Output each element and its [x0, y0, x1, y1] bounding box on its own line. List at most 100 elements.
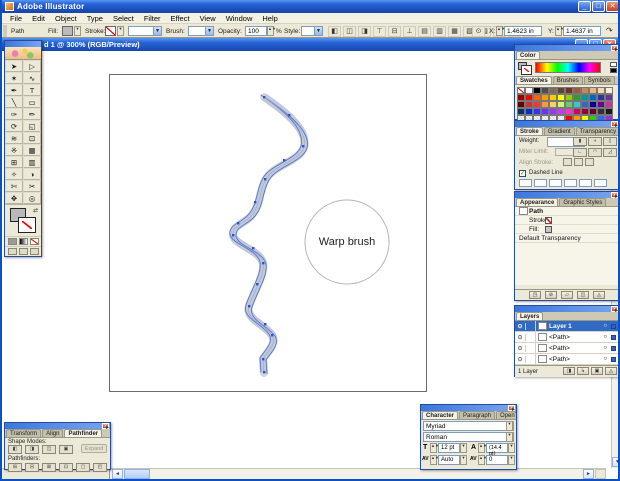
- eyedropper-tool-icon[interactable]: ✧: [5, 168, 23, 180]
- fullscreen-menu-icon[interactable]: [19, 248, 28, 255]
- menu-help[interactable]: Help: [257, 14, 282, 23]
- standard-screen-icon[interactable]: [8, 248, 17, 255]
- kerning-input[interactable]: Auto: [438, 455, 460, 465]
- lock-column[interactable]: [526, 343, 536, 353]
- swatch-none[interactable]: [517, 87, 525, 94]
- swatch-9[interactable]: [589, 87, 597, 94]
- layer-row-path-2[interactable]: ⊙ <Path> ○: [515, 343, 619, 354]
- swatch-30[interactable]: [565, 101, 573, 108]
- font-style-arrow-icon[interactable]: ▼: [506, 432, 513, 442]
- color-mode-icon[interactable]: [8, 238, 17, 245]
- character-palette-titlebar[interactable]: x: [421, 405, 516, 411]
- menu-window[interactable]: Window: [221, 14, 258, 23]
- font-size-arrow-icon[interactable]: ▼: [460, 443, 467, 453]
- swatch-31[interactable]: [573, 101, 581, 108]
- minimize-button[interactable]: _: [578, 1, 591, 12]
- swatch-32[interactable]: [581, 101, 589, 108]
- layers-palette-titlebar[interactable]: x: [515, 306, 619, 312]
- swatch-1[interactable]: [525, 87, 533, 94]
- blend-tool-icon[interactable]: ◑: [23, 168, 41, 180]
- clear-appearance-icon[interactable]: ⊘: [545, 291, 557, 299]
- direct-selection-tool-icon[interactable]: ▷: [23, 60, 41, 72]
- line-segment-tool-icon[interactable]: ╲: [5, 96, 23, 108]
- swatch-24[interactable]: [517, 101, 525, 108]
- swatch-23[interactable]: [605, 94, 613, 101]
- scissors-tool-icon[interactable]: ✂: [23, 180, 41, 192]
- menu-view[interactable]: View: [195, 14, 221, 23]
- swatch-46[interactable]: [597, 108, 605, 115]
- align-stroke-inside-icon[interactable]: [574, 158, 583, 166]
- visibility-eye-icon[interactable]: ⊙: [515, 345, 526, 352]
- tab-transparency[interactable]: Transparency: [576, 127, 619, 135]
- swatch-38[interactable]: [533, 108, 541, 115]
- paintbrush-tool-icon[interactable]: ✑: [5, 108, 23, 120]
- scale-tool-icon[interactable]: ◱: [23, 120, 41, 132]
- layer-row-path-1[interactable]: ⊙<Path>○: [515, 332, 619, 343]
- font-size-input[interactable]: 12 pt: [438, 443, 460, 453]
- intersect-shape-mode-icon[interactable]: ◫: [42, 445, 56, 454]
- selection-square-icon[interactable]: [611, 335, 616, 340]
- control-bar-grip[interactable]: [3, 25, 7, 37]
- layer-row-layer-1-0[interactable]: ⊙Layer 1○: [515, 321, 619, 332]
- dash-input-2[interactable]: [549, 179, 562, 187]
- mesh-tool-icon[interactable]: ⊞: [5, 156, 23, 168]
- swatch-42[interactable]: [565, 108, 573, 115]
- menu-effect[interactable]: Effect: [166, 14, 195, 23]
- target-circle-icon[interactable]: ○: [603, 334, 607, 340]
- swatch-19[interactable]: [573, 94, 581, 101]
- free-transform-tool-icon[interactable]: ⊡: [23, 132, 41, 144]
- divide-icon[interactable]: ⊞: [8, 463, 22, 472]
- swatch-8[interactable]: [581, 87, 589, 94]
- trim-icon[interactable]: ⊟: [25, 463, 39, 472]
- x-stepper[interactable]: ▲▼: [496, 26, 503, 36]
- swatch-34[interactable]: [597, 101, 605, 108]
- swatch-20[interactable]: [581, 94, 589, 101]
- miter-join-icon[interactable]: ∟: [573, 148, 587, 157]
- lock-column[interactable]: [526, 321, 536, 331]
- distribute-center-icon[interactable]: ▥: [433, 26, 446, 37]
- swatch-26[interactable]: [533, 101, 541, 108]
- new-sublayer-icon[interactable]: ↳: [577, 367, 589, 375]
- font-style-combo[interactable]: Roman: [423, 432, 514, 442]
- exclude-shape-mode-icon[interactable]: ▣: [59, 445, 73, 454]
- round-join-icon[interactable]: ◠: [588, 148, 602, 157]
- menu-select[interactable]: Select: [108, 14, 139, 23]
- swatch-45[interactable]: [589, 108, 597, 115]
- selected-path[interactable]: [230, 95, 308, 374]
- kerning-arrow-icon[interactable]: ▼: [460, 455, 467, 465]
- symbol-sprayer-tool-icon[interactable]: ※: [5, 144, 23, 156]
- opacity-stepper[interactable]: ▲▼: [267, 26, 274, 36]
- zoom-tool-icon[interactable]: ◎: [23, 192, 41, 204]
- gap-input-3[interactable]: [594, 179, 607, 187]
- selection-square-icon[interactable]: [611, 357, 616, 362]
- tab-stroke[interactable]: Stroke: [516, 127, 543, 135]
- swatch-5[interactable]: [557, 87, 565, 94]
- delete-item-icon[interactable]: ◬: [593, 291, 605, 299]
- pen-tool-icon[interactable]: ✒: [5, 84, 23, 96]
- warp-tool-icon[interactable]: ≋: [5, 132, 23, 144]
- hscroll-thumb[interactable]: [124, 469, 150, 479]
- tab-align[interactable]: Align: [42, 429, 63, 437]
- tracking-stepper[interactable]: ▲▼: [478, 455, 485, 465]
- tab-brushes[interactable]: Brushes: [553, 76, 583, 84]
- tracking-arrow-icon[interactable]: ▼: [508, 455, 515, 465]
- layer-name[interactable]: <Path>: [549, 345, 570, 352]
- menu-edit[interactable]: Edit: [27, 14, 50, 23]
- swatch-28[interactable]: [549, 101, 557, 108]
- reference-point-icon[interactable]: ⊙: [472, 26, 485, 37]
- tab-transform[interactable]: Transform: [6, 429, 41, 437]
- selection-square-icon[interactable]: [611, 346, 616, 351]
- swatch-2[interactable]: [533, 87, 541, 94]
- align-middle-icon[interactable]: ⊟: [388, 26, 401, 37]
- hand-tool-icon[interactable]: ✥: [5, 192, 23, 204]
- leading-stepper[interactable]: ▲▼: [478, 443, 485, 453]
- palette-menu-icon[interactable]: ▸: [512, 411, 515, 413]
- pathfinder-palette-titlebar[interactable]: x: [5, 423, 110, 429]
- tab-pathfinder[interactable]: Pathfinder: [64, 429, 102, 437]
- app-titlebar[interactable]: Adobe Illustrator _ □ ✕: [2, 0, 620, 13]
- new-art-icon[interactable]: ◳: [529, 291, 541, 299]
- menu-file[interactable]: File: [5, 14, 27, 23]
- swatch-27[interactable]: [541, 101, 549, 108]
- y-input[interactable]: 1.4637 in: [563, 26, 601, 36]
- target-circle-icon[interactable]: ○: [603, 345, 607, 351]
